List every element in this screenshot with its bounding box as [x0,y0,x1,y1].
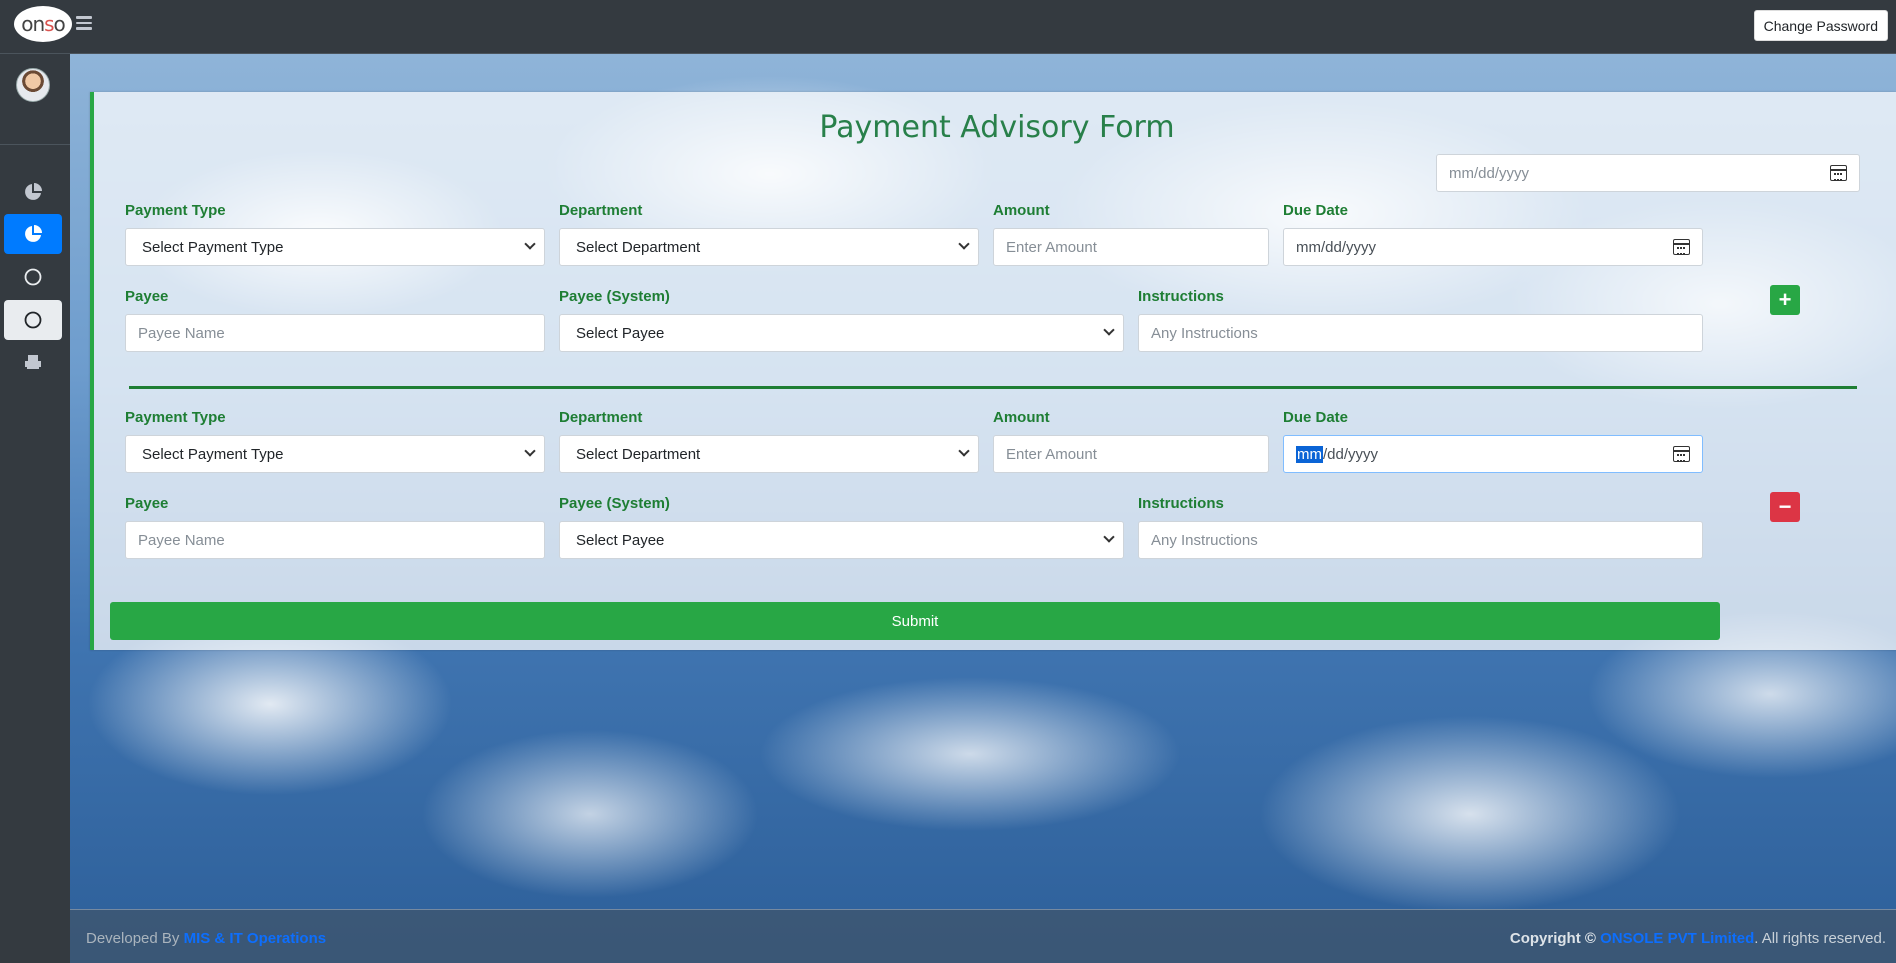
calendar-icon[interactable] [1673,239,1690,255]
amount-placeholder: Enter Amount [1006,238,1097,256]
payee-name-input[interactable]: Payee Name [125,314,545,352]
payee-system-select[interactable]: Select Payee [559,521,1124,559]
sidebar-item-payment[interactable] [4,214,62,254]
label-instructions: Instructions [1138,288,1224,305]
circle-icon [24,268,42,286]
pie-chart-icon [25,225,42,242]
payee-system-value: Select Payee [576,324,665,342]
due-date-input-focused[interactable]: mm/dd/yyyy [1283,435,1703,473]
instructions-input[interactable]: Any Instructions [1138,314,1703,352]
user-avatar[interactable] [16,68,50,102]
label-due-date: Due Date [1283,409,1349,426]
label-instructions: Instructions [1138,495,1224,512]
department-select[interactable]: Select Department [559,228,979,266]
footer-developed-by: Developed By MIS & IT Operations [86,930,326,947]
sidebar-item-circle-2[interactable] [4,300,62,340]
label-payment-type: Payment Type [125,202,226,219]
payment-form-card: Payment Advisory Form mm/dd/yyyy Payment… [90,92,1896,650]
circle-icon [24,311,42,329]
label-due-date: Due Date [1283,202,1349,219]
chevron-down-icon [958,445,970,457]
chevron-down-icon [1103,531,1115,543]
sidebar-item-dashboard[interactable] [4,172,62,212]
top-navbar: on s o Change Password [0,0,1896,54]
instructions-input[interactable]: Any Instructions [1138,521,1703,559]
label-payee: Payee [125,495,169,512]
label-payment-type: Payment Type [125,409,226,426]
amount-placeholder: Enter Amount [1006,445,1097,463]
copyright-text: Copyright © [1509,930,1596,947]
instructions-placeholder: Any Instructions [1151,531,1258,549]
calendar-icon[interactable] [1830,165,1847,181]
payment-type-select[interactable]: Select Payment Type [125,228,545,266]
label-department: Department [559,409,643,426]
department-value: Select Department [576,445,701,463]
chevron-down-icon [958,238,970,250]
label-payee: Payee [125,288,169,305]
sidebar [0,54,70,963]
payee-system-select[interactable]: Select Payee [559,314,1124,352]
department-select[interactable]: Select Department [559,435,979,473]
department-value: Select Department [576,238,701,256]
rights-text: . All rights reserved. [1754,930,1886,947]
label-payee-system: Payee (System) [559,495,670,512]
company-link[interactable]: ONSOLE PVT Limited [1600,930,1754,947]
page-title: Payment Advisory Form [819,110,1175,145]
payment-type-value: Select Payment Type [142,238,284,256]
chevron-down-icon [524,238,536,250]
pie-chart-icon [25,183,42,200]
label-department: Department [559,202,643,219]
row-divider [129,386,1857,389]
payee-placeholder: Payee Name [138,324,225,342]
due-date-value: mm/dd/yyyy [1296,238,1377,256]
due-date-month-segment[interactable]: mm [1296,445,1323,463]
top-date-placeholder: mm/dd/yyyy [1449,164,1530,182]
add-row-button[interactable]: + [1770,285,1800,315]
due-date-rest: /dd/yyyy [1323,445,1379,463]
sidebar-divider [0,144,70,145]
payee-placeholder: Payee Name [138,531,225,549]
label-amount: Amount [993,202,1050,219]
footer: Developed By MIS & IT Operations Copyrig… [70,909,1896,963]
sidebar-item-print[interactable] [4,342,62,382]
payment-type-select[interactable]: Select Payment Type [125,435,545,473]
change-password-button[interactable]: Change Password [1753,10,1888,41]
amount-input[interactable]: Enter Amount [993,435,1269,473]
submit-button[interactable]: Submit [110,602,1720,640]
developer-link[interactable]: MIS & IT Operations [184,930,327,947]
calendar-icon[interactable] [1673,446,1690,462]
amount-input[interactable]: Enter Amount [993,228,1269,266]
hamburger-menu-icon[interactable] [76,16,92,32]
printer-icon [25,355,41,369]
label-amount: Amount [993,409,1050,426]
sidebar-item-circle-1[interactable] [4,257,62,297]
remove-row-button[interactable]: − [1770,492,1800,522]
due-date-input[interactable]: mm/dd/yyyy [1283,228,1703,266]
developed-by-text: Developed By [86,930,180,947]
chevron-down-icon [1103,324,1115,336]
instructions-placeholder: Any Instructions [1151,324,1258,342]
payee-system-value: Select Payee [576,531,665,549]
label-payee-system: Payee (System) [559,288,670,305]
brand-logo[interactable]: on s o [14,6,72,42]
payment-type-value: Select Payment Type [142,445,284,463]
footer-copyright: Copyright © ONSOLE PVT Limited. All righ… [1510,930,1886,947]
payee-name-input[interactable]: Payee Name [125,521,545,559]
main-content: Payment Advisory Form mm/dd/yyyy Payment… [70,54,1896,963]
chevron-down-icon [524,445,536,457]
top-date-input[interactable]: mm/dd/yyyy [1436,154,1860,192]
